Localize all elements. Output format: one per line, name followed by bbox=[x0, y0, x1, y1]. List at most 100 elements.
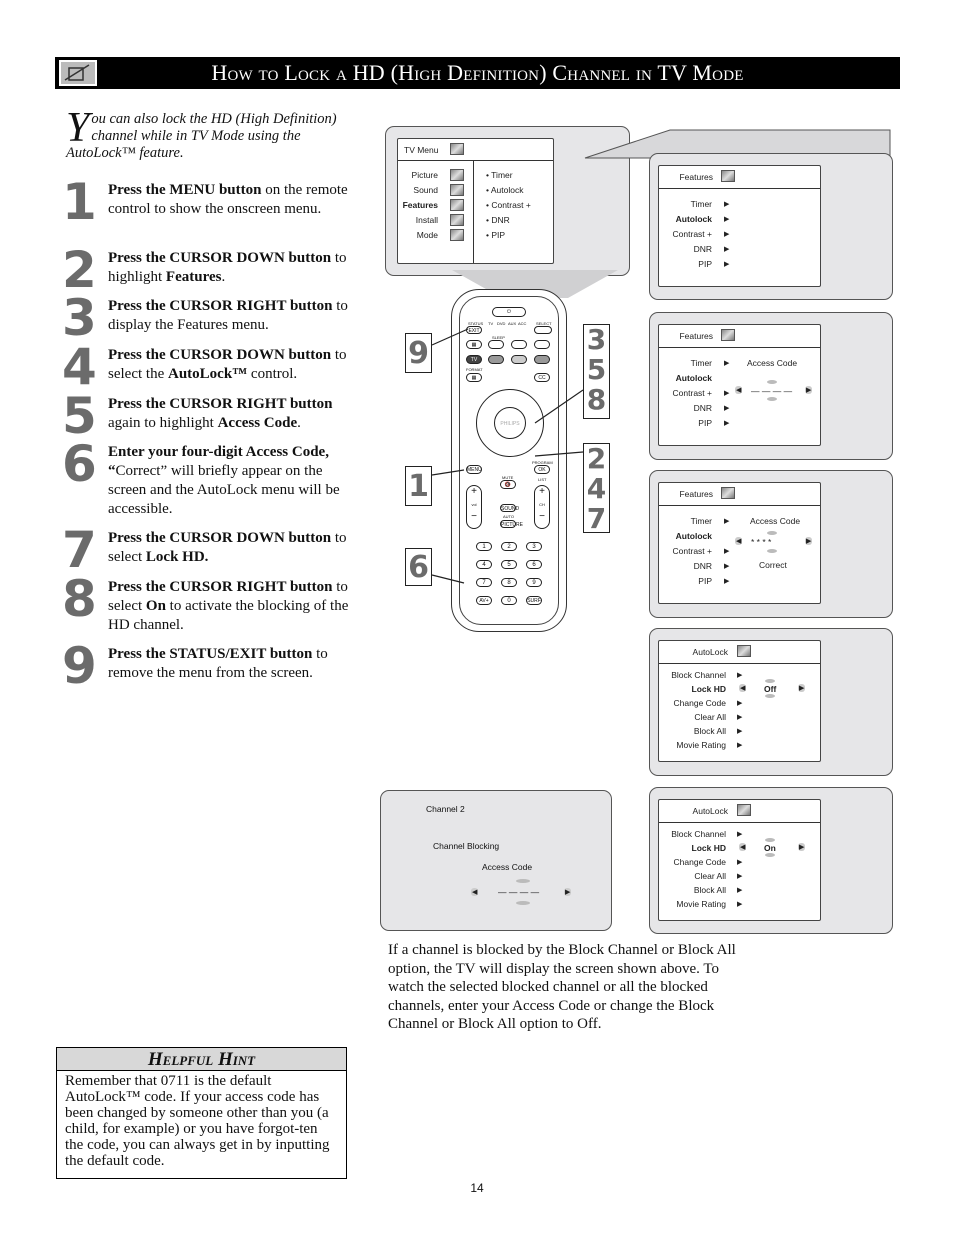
tv-menu-item[interactable]: Install bbox=[416, 215, 438, 225]
step-number: 3 bbox=[62, 289, 97, 347]
autolock-menu-item[interactable]: Lock HD bbox=[692, 843, 726, 853]
cursor-down-icon bbox=[767, 397, 777, 401]
autolock-menu: AutoLock Block Channel ▶ Lock HD ◀ Off ▶ Change… bbox=[658, 640, 821, 762]
autolock-menu-header: AutoLock bbox=[659, 641, 820, 664]
right-arrow-icon: ▶ bbox=[798, 843, 806, 851]
tv-submenu-item[interactable]: • Contrast + bbox=[486, 200, 531, 210]
autolock-menu-item[interactable]: Movie Rating bbox=[676, 899, 726, 909]
autolock-menu-item[interactable]: Block Channel bbox=[671, 670, 726, 680]
features-menu-item[interactable]: PIP bbox=[698, 418, 712, 428]
step-text: Press the CURSOR DOWN button to select L… bbox=[108, 530, 347, 565]
step-target: Lock HD. bbox=[145, 549, 209, 565]
features-icon bbox=[721, 329, 735, 341]
step-text: Press the CURSOR RIGHT button to display… bbox=[108, 298, 348, 333]
cursor-down-icon bbox=[765, 853, 775, 857]
autolock-menu-item[interactable]: Clear All bbox=[694, 871, 726, 881]
access-code-entry[interactable]: * * * * bbox=[751, 537, 771, 547]
right-arrow-icon: ▶ bbox=[724, 231, 730, 238]
tv-submenu-item[interactable]: • Timer bbox=[486, 170, 513, 180]
autolock-menu-item[interactable]: Lock HD bbox=[692, 684, 726, 694]
left-arrow-icon: ◀ bbox=[735, 537, 743, 545]
tv-menu-item[interactable]: Mode bbox=[417, 230, 438, 240]
cursor-up-icon bbox=[767, 380, 777, 384]
features-menu-item[interactable]: Autolock bbox=[676, 373, 712, 383]
tv-menu-item[interactable]: Picture bbox=[412, 170, 438, 180]
surf-button[interactable]: SURF bbox=[526, 596, 542, 605]
features-menu-header: Features bbox=[659, 483, 820, 506]
features-menu-item[interactable]: Timer bbox=[691, 199, 712, 209]
right-arrow-icon: ▶ bbox=[724, 548, 730, 555]
left-arrow-icon: ◀ bbox=[735, 386, 743, 394]
right-arrow-icon: ▶ bbox=[737, 901, 743, 908]
autolock-menu-item[interactable]: Block All bbox=[694, 726, 726, 736]
lock-hd-value[interactable]: On bbox=[764, 843, 776, 853]
autolock-icon bbox=[737, 645, 751, 657]
features-menu-item[interactable]: Contrast + bbox=[673, 229, 712, 239]
right-arrow-icon: ▶ bbox=[724, 420, 730, 427]
right-arrow-icon: ▶ bbox=[724, 201, 730, 208]
blocked-channel-label: Channel 2 bbox=[426, 804, 465, 814]
tv-submenu-item[interactable]: • Autolock bbox=[486, 185, 523, 195]
step-number: 9 bbox=[62, 637, 97, 695]
cursor-up-icon bbox=[765, 838, 775, 842]
helpful-hint-box: Helpful Hint Remember that 0711 is the d… bbox=[56, 1047, 347, 1179]
power-button[interactable]: ⏻ bbox=[492, 307, 526, 317]
left-arrow-icon: ◀ bbox=[739, 684, 747, 692]
step-target: On bbox=[145, 598, 166, 614]
right-arrow-icon: ▶ bbox=[724, 261, 730, 268]
autolock-menu-item[interactable]: Block All bbox=[694, 885, 726, 895]
autolock-menu-item[interactable]: Movie Rating bbox=[676, 740, 726, 750]
page-title: How to Lock a HD (High Definition) Chann… bbox=[211, 60, 744, 85]
intro-paragraph: You can also lock the HD (High Definitio… bbox=[66, 107, 361, 162]
intro-text: ou can also lock the HD (High Definition… bbox=[66, 111, 337, 161]
features-menu-item[interactable]: PIP bbox=[698, 576, 712, 586]
step-text: Press the MENU button on the remote cont… bbox=[108, 182, 348, 217]
features-menu: Features Timer ▶ Autolock ▶ Contrast + ▶ DNR ▶ PI… bbox=[658, 165, 821, 287]
blocked-channel-note: If a channel is blocked by the Block Cha… bbox=[388, 942, 736, 1032]
cursor-up-icon bbox=[765, 679, 775, 683]
autolock-menu-item[interactable]: Change Code bbox=[674, 857, 726, 867]
features-menu-item[interactable]: Timer bbox=[691, 516, 712, 526]
cursor-up-icon bbox=[767, 531, 777, 535]
tv-menu-title: TV Menu bbox=[404, 145, 439, 155]
features-menu-item[interactable]: Autolock bbox=[676, 531, 712, 541]
cursor-down-icon bbox=[765, 694, 775, 698]
step-action: Enter your four-digit Access Code, “ bbox=[108, 444, 329, 479]
right-arrow-icon: ▶ bbox=[724, 390, 730, 397]
features-menu-item[interactable]: Contrast + bbox=[673, 388, 712, 398]
tv-menu-item-icon bbox=[450, 169, 464, 181]
autolock-menu-item[interactable]: Change Code bbox=[674, 698, 726, 708]
tv-menu-item[interactable]: Features bbox=[403, 200, 438, 210]
tv-menu-item[interactable]: Sound bbox=[413, 185, 438, 195]
autolock-menu-title: AutoLock bbox=[692, 647, 728, 657]
access-code-entry[interactable]: — — — — bbox=[751, 386, 792, 396]
features-menu-item[interactable]: Timer bbox=[691, 358, 712, 368]
features-menu-item[interactable]: Contrast + bbox=[673, 546, 712, 556]
autolock-menu-item[interactable]: Clear All bbox=[694, 712, 726, 722]
step-number: 2 bbox=[62, 241, 97, 299]
lock-hd-value[interactable]: Off bbox=[764, 684, 776, 694]
callout-step-6: 6 bbox=[405, 548, 432, 586]
features-menu-item[interactable]: PIP bbox=[698, 259, 712, 269]
features-menu-item[interactable]: DNR bbox=[694, 561, 712, 571]
cursor-down-icon bbox=[767, 549, 777, 553]
digit-button-0[interactable]: 0 bbox=[501, 596, 517, 605]
features-menu-item[interactable]: Autolock bbox=[676, 214, 712, 224]
tv-submenu-item[interactable]: • DNR bbox=[486, 215, 510, 225]
cursor-up-icon bbox=[516, 879, 530, 883]
blocked-code-entry[interactable]: — — — — bbox=[498, 887, 539, 897]
features-menu-item[interactable]: DNR bbox=[694, 403, 712, 413]
tv-submenu-item[interactable]: • PIP bbox=[486, 230, 505, 240]
right-arrow-icon: ▶ bbox=[724, 578, 730, 585]
features-menu-title: Features bbox=[679, 489, 713, 499]
features-menu: Features Timer ▶ Autolock Contrast + ▶ DNR ▶ PIP… bbox=[658, 482, 821, 604]
right-arrow-icon: ▶ bbox=[724, 360, 730, 367]
features-menu-item[interactable]: DNR bbox=[694, 244, 712, 254]
features-menu-header: Features bbox=[659, 166, 820, 189]
autolock-menu-item[interactable]: Block Channel bbox=[671, 829, 726, 839]
av-button[interactable]: AV+ bbox=[476, 596, 492, 605]
right-arrow-icon: ▶ bbox=[737, 742, 743, 749]
access-code-label: Access Code bbox=[750, 516, 801, 526]
page-number: 14 bbox=[470, 1181, 484, 1195]
right-arrow-icon: ▶ bbox=[564, 888, 572, 896]
